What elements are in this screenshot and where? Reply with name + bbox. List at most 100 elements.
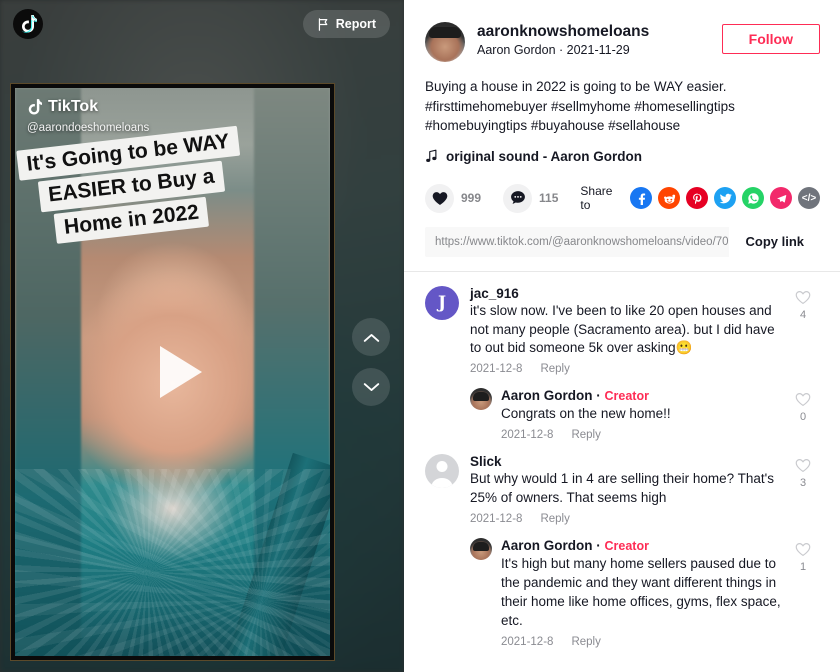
video-surface: TikTok @aarondoeshomeloans It's Going to… — [15, 88, 330, 656]
comment-footer: 2021-12-8 Reply — [470, 363, 786, 375]
avatar[interactable] — [470, 538, 492, 561]
comment-author-name: Aaron Gordon — [501, 388, 593, 404]
author-subtitle: Aaron Gordon · 2021-11-29 — [477, 43, 722, 57]
action-row: 999 115 Share to </> — [404, 183, 840, 213]
share-embed-code-icon[interactable]: </> — [798, 187, 820, 210]
list-item: J jac_916 it's slow now. I've been to li… — [425, 285, 820, 376]
comment-like-count: 3 — [799, 477, 807, 490]
heart-filled-icon — [432, 191, 447, 205]
flag-icon — [318, 17, 328, 31]
creator-badge: Creator — [604, 539, 649, 554]
author-username[interactable]: aaronknowshomeloans — [477, 22, 722, 41]
heart-outline-icon — [795, 290, 811, 304]
reply-button[interactable]: Reply — [540, 513, 569, 525]
video-description: Buying a house in 2022 is going to be WA… — [425, 79, 735, 134]
follow-button[interactable]: Follow — [721, 24, 820, 54]
video-navigation — [352, 318, 390, 406]
comment-bubble-icon — [510, 191, 525, 205]
share-facebook-icon[interactable] — [630, 187, 652, 210]
like-button[interactable] — [425, 183, 454, 213]
comment-body: Aaron Gordon · Creator Congrats on the n… — [501, 388, 786, 441]
chevron-down-icon — [363, 382, 379, 391]
comment-text: Congrats on the new home!! — [501, 406, 671, 422]
share-link-row: https://www.tiktok.com/@aaronknowshomelo… — [425, 226, 820, 257]
embed-code-glyph: </> — [801, 192, 817, 204]
comment-author[interactable]: jac_916 — [470, 286, 786, 301]
comment-body: Aaron Gordon · Creator It's high but man… — [501, 538, 786, 648]
share-to-label: Share to — [580, 184, 613, 213]
avatar[interactable] — [470, 388, 492, 411]
copy-link-button[interactable]: Copy link — [729, 226, 820, 257]
video-topbar: Report — [0, 0, 404, 48]
avatar[interactable] — [425, 454, 459, 489]
comment-footer: 2021-12-8 Reply — [470, 513, 786, 525]
comment-like-button[interactable]: 3 — [786, 454, 820, 525]
chevron-up-icon — [363, 333, 379, 342]
comment-date: 2021-12-8 — [470, 513, 523, 526]
share-telegram-icon[interactable] — [770, 187, 792, 210]
video-pane: Report TikTok @aarondoeshomeloans It's G… — [0, 0, 404, 672]
comment-like-count: 1 — [799, 561, 807, 574]
reply-button[interactable]: Reply — [571, 636, 600, 648]
tiktok-watermark-icon — [28, 98, 42, 115]
share-pinterest-icon[interactable] — [686, 187, 708, 210]
play-button[interactable] — [159, 346, 202, 398]
comment-like-count: 4 — [799, 308, 807, 321]
share-link-url[interactable]: https://www.tiktok.com/@aaronknowshomelo… — [425, 227, 729, 257]
comment-stat: 115 — [503, 183, 559, 213]
video-player[interactable]: TikTok @aarondoeshomeloans It's Going to… — [10, 83, 335, 661]
comment-text: it's slow now. I've been to like 20 open… — [470, 302, 775, 356]
reply-button[interactable]: Reply — [540, 363, 569, 375]
comment-like-button[interactable]: 1 — [786, 538, 820, 648]
heart-outline-icon — [795, 459, 811, 473]
comment-author[interactable]: Aaron Gordon · Creator — [501, 388, 786, 403]
list-item: Slick But why would 1 in 4 are selling t… — [425, 454, 820, 525]
share-whatsapp-icon[interactable] — [742, 187, 764, 210]
comment-date: 2021-12-8 — [470, 363, 523, 376]
music-row[interactable]: original sound - Aaron Gordon — [425, 149, 820, 164]
share-icons: </> — [630, 187, 820, 210]
comment-date: 2021-12-8 — [501, 635, 554, 648]
comment-like-button[interactable]: 4 — [786, 286, 820, 376]
next-video-button[interactable] — [352, 368, 390, 406]
comment-count: 115 — [539, 191, 559, 206]
video-watermark-label: TikTok — [48, 98, 99, 115]
comment-like-count: 0 — [799, 411, 807, 424]
comment-body: jac_916 it's slow now. I've been to like… — [470, 286, 786, 376]
heart-outline-icon — [795, 543, 811, 557]
creator-badge: Creator — [604, 389, 649, 404]
share-twitter-icon[interactable] — [714, 187, 736, 210]
report-label: Report — [335, 17, 376, 31]
comment-button[interactable] — [503, 183, 533, 213]
like-stat: 999 — [425, 183, 482, 213]
reply-button[interactable]: Reply — [571, 429, 600, 441]
video-info-header: aaronknowshomeloans Aaron Gordon · 2021-… — [404, 0, 840, 164]
previous-video-button[interactable] — [352, 318, 390, 356]
comment-text: But why would 1 in 4 are selling their h… — [470, 471, 774, 506]
avatar[interactable] — [425, 22, 465, 62]
comment-author[interactable]: Aaron Gordon · Creator — [501, 538, 786, 553]
list-item: Aaron Gordon · Creator It's high but man… — [470, 538, 820, 648]
heart-outline-icon — [795, 393, 811, 407]
like-count: 999 — [461, 191, 482, 206]
comment-footer: 2021-12-8 Reply — [501, 636, 786, 648]
comment-list: J jac_916 it's slow now. I've been to li… — [404, 272, 840, 672]
share-reddit-icon[interactable] — [658, 187, 680, 210]
music-label: original sound - Aaron Gordon — [446, 148, 642, 164]
comment-text: It's high but many home sellers paused d… — [501, 556, 781, 628]
video-watermark-handle: @aarondoeshomeloans — [27, 122, 150, 134]
author-separator: · — [555, 43, 567, 58]
author-nickname: Aaron Gordon — [477, 43, 556, 58]
video-shirt-pattern — [15, 468, 330, 656]
avatar[interactable]: J — [425, 285, 459, 320]
comment-footer: 2021-12-8 Reply — [501, 429, 786, 441]
tiktok-logo-icon[interactable] — [13, 9, 43, 39]
tiktok-video-page: Report TikTok @aarondoeshomeloans It's G… — [0, 0, 840, 672]
report-button[interactable]: Report — [302, 10, 390, 38]
comment-date: 2021-12-8 — [501, 429, 554, 442]
video-watermark: TikTok — [27, 98, 98, 116]
comment-author[interactable]: Slick — [470, 454, 786, 469]
author-meta: aaronknowshomeloans Aaron Gordon · 2021-… — [477, 22, 722, 57]
post-date: 2021-11-29 — [566, 43, 630, 58]
comment-like-button[interactable]: 0 — [786, 388, 820, 441]
